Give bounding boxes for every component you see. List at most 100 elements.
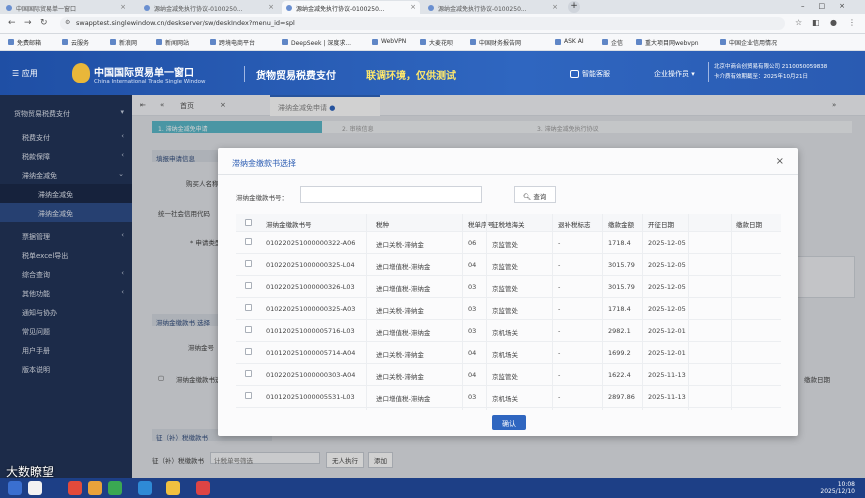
- app-icon[interactable]: [68, 481, 82, 495]
- bookmarks-bar: 免费邮箱 云服务 新浪网 新闻网站 跨境电商平台 DeepSeek | 深度求.…: [0, 34, 865, 51]
- dialog-title: 滞纳金缴款书选择: [232, 159, 296, 168]
- watermark: 大数瞭望: [6, 465, 55, 479]
- bookmark-item[interactable]: WebVPN: [372, 38, 406, 45]
- company-info: 北京中商合创贸易有限公司 2110050059838 卡介质有效期截至：2025年…: [708, 62, 827, 82]
- window-controls[interactable]: –□×: [801, 2, 859, 10]
- brand-subtitle: China International Trade Single Window: [94, 79, 206, 85]
- browser-tab[interactable]: 源纳金减免执行协议-0100250... ×: [424, 1, 562, 14]
- close-icon[interactable]: ×: [776, 156, 784, 167]
- bookmark-item[interactable]: DeepSeek | 深度求...: [282, 38, 351, 47]
- logo-icon: [72, 63, 90, 83]
- app-icon[interactable]: [88, 481, 102, 495]
- table-cell: 03: [468, 305, 477, 313]
- profile-icon[interactable]: ●: [830, 18, 837, 27]
- bookmark-star-icon[interactable]: ☆: [795, 18, 802, 27]
- bookmark-item[interactable]: 企信: [602, 38, 623, 47]
- table-row[interactable]: 010220251000000303-A04 进口关税-滞纳金 04 京监管处 - 162…: [236, 364, 781, 386]
- close-icon[interactable]: ×: [120, 3, 126, 11]
- bookmark-item[interactable]: 中国企业信用情况: [720, 38, 777, 47]
- browser-tab[interactable]: 源纳金减免执行协议-0100250... ×: [140, 1, 278, 14]
- bookmark-icon: [636, 39, 642, 45]
- table-cell: 京监管处: [492, 285, 518, 293]
- table-row[interactable]: 010220251000000322-A06 进口关税-滞纳金 06 京监管处 - 171…: [236, 232, 781, 254]
- browser-icon[interactable]: [138, 481, 152, 495]
- table-cell: 2025-11-13: [648, 371, 686, 379]
- close-icon[interactable]: ×: [268, 3, 274, 11]
- table-cell: -: [558, 283, 561, 291]
- bookmark-item[interactable]: 新闻网站: [156, 38, 189, 47]
- environment-note: 联调环境，仅供测试: [366, 71, 456, 82]
- reload-icon[interactable]: ↻: [40, 18, 48, 28]
- close-icon[interactable]: ×: [410, 3, 416, 11]
- table-cell: 2025-12-05: [648, 283, 686, 291]
- url-text: swapptest.singlewindow.cn/deskserver/sw/…: [76, 19, 295, 27]
- query-button[interactable]: 🔍︎ 查询: [514, 186, 556, 203]
- app-icon[interactable]: [196, 481, 210, 495]
- back-icon[interactable]: ←: [8, 18, 16, 28]
- bookmark-item[interactable]: ASK AI: [555, 38, 584, 45]
- table-cell: -: [558, 305, 561, 313]
- table-cell: -: [558, 261, 561, 269]
- tab-favicon-icon: [428, 5, 434, 11]
- app-menu-button[interactable]: ☰ 应用: [12, 68, 38, 79]
- table-row[interactable]: 010220251000000325-L04 进口增值税-滞纳金 04 京监管处 - 30…: [236, 254, 781, 276]
- forward-icon[interactable]: →: [24, 18, 32, 28]
- table-cell: 2025-12-05: [648, 239, 686, 247]
- chat-icon: [570, 70, 579, 78]
- late-fee-bill-selector-dialog: 滞纳金缴款书选择 × 滞纳金缴款书号： 🔍︎ 查询 滞纳金缴款书号 税种 税单序号征…: [218, 148, 798, 436]
- table-cell: 京监管处: [492, 373, 518, 381]
- site-info-icon[interactable]: ⚙: [65, 19, 70, 26]
- bill-number-input[interactable]: [300, 186, 482, 203]
- row-checkbox[interactable]: [245, 260, 252, 267]
- table-cell: 3015.79: [608, 283, 635, 291]
- bookmark-item[interactable]: 大麦花呗: [420, 38, 453, 47]
- start-icon[interactable]: [8, 481, 22, 495]
- table-cell: 06: [468, 239, 477, 247]
- system-tray-clock[interactable]: 10:08 2025/12/10: [820, 481, 855, 495]
- table-row[interactable]: 010220251000000326-L03 进口增值税-滞纳金 03 京监管处 - 30…: [236, 276, 781, 298]
- smart-service-button[interactable]: 智能客服: [570, 69, 610, 79]
- bookmark-icon: [420, 39, 426, 45]
- table-cell: 进口增值税-滞纳金: [376, 285, 431, 293]
- bookmark-item[interactable]: 跨境电商平台: [210, 38, 255, 47]
- browser-tab-active[interactable]: 源纳金减免执行协议-0100250... ×: [282, 1, 420, 14]
- table-row[interactable]: 010220251000000325-A03 进口关税-滞纳金 03 京监管处 - 171…: [236, 298, 781, 320]
- row-checkbox[interactable]: [245, 392, 252, 399]
- row-checkbox[interactable]: [245, 238, 252, 245]
- table-cell: 京监管处: [492, 263, 518, 271]
- confirm-button[interactable]: 确认: [492, 415, 526, 430]
- table-cell: 2025-11-13: [648, 393, 686, 401]
- bookmark-item[interactable]: 中国财务报告网: [470, 38, 521, 47]
- row-checkbox[interactable]: [245, 304, 252, 311]
- close-icon[interactable]: ×: [552, 3, 558, 11]
- row-checkbox[interactable]: [245, 370, 252, 377]
- bookmark-item[interactable]: 免费邮箱: [8, 38, 41, 47]
- column-header: 滞纳金缴款书号: [266, 221, 312, 229]
- table-row[interactable]: 010120251000005531-A03进口关税-滞纳金03京机场关-143…: [236, 408, 781, 410]
- select-all-checkbox[interactable]: [245, 219, 252, 226]
- address-bar-row: ← → ↻ ⚙ swapptest.singlewindow.cn/deskser…: [0, 14, 865, 34]
- row-checkbox[interactable]: [245, 348, 252, 355]
- table-row[interactable]: 010120251000005716-L03 进口增值税-滞纳金 03 京机场关 - 29…: [236, 320, 781, 342]
- bookmark-icon: [110, 39, 116, 45]
- app-icon[interactable]: [28, 481, 42, 495]
- table-row[interactable]: 010120251000005714-A04 进口关税-滞纳金 04 京机场关 - 169…: [236, 342, 781, 364]
- row-checkbox[interactable]: [245, 326, 252, 333]
- row-checkbox[interactable]: [245, 282, 252, 289]
- table-row[interactable]: 010120251000005531-L03 进口增值税-滞纳金 03 京机场关 - 28…: [236, 386, 781, 408]
- bookmark-item[interactable]: 重大项目网webvpn: [636, 38, 699, 47]
- query-label: 滞纳金缴款书号：: [236, 194, 288, 202]
- table-cell: 04: [468, 349, 477, 357]
- column-header: 缴款日期: [736, 221, 762, 229]
- bookmark-item[interactable]: 云服务: [62, 38, 89, 47]
- url-field[interactable]: ⚙ swapptest.singlewindow.cn/deskserver/sw…: [60, 17, 785, 30]
- folder-icon[interactable]: [166, 481, 180, 495]
- extensions-icon[interactable]: ◧: [812, 18, 820, 27]
- bookmark-item[interactable]: 新浪网: [110, 38, 137, 47]
- new-tab-button[interactable]: +: [568, 1, 580, 13]
- column-header: 开征日期: [648, 221, 674, 229]
- more-menu-icon[interactable]: ⋮: [848, 18, 856, 27]
- browser-tab[interactable]: 中国国际贸易单一窗口 ×: [2, 1, 130, 14]
- app-icon[interactable]: [108, 481, 122, 495]
- user-menu[interactable]: 企业操作员 ▾: [654, 69, 695, 79]
